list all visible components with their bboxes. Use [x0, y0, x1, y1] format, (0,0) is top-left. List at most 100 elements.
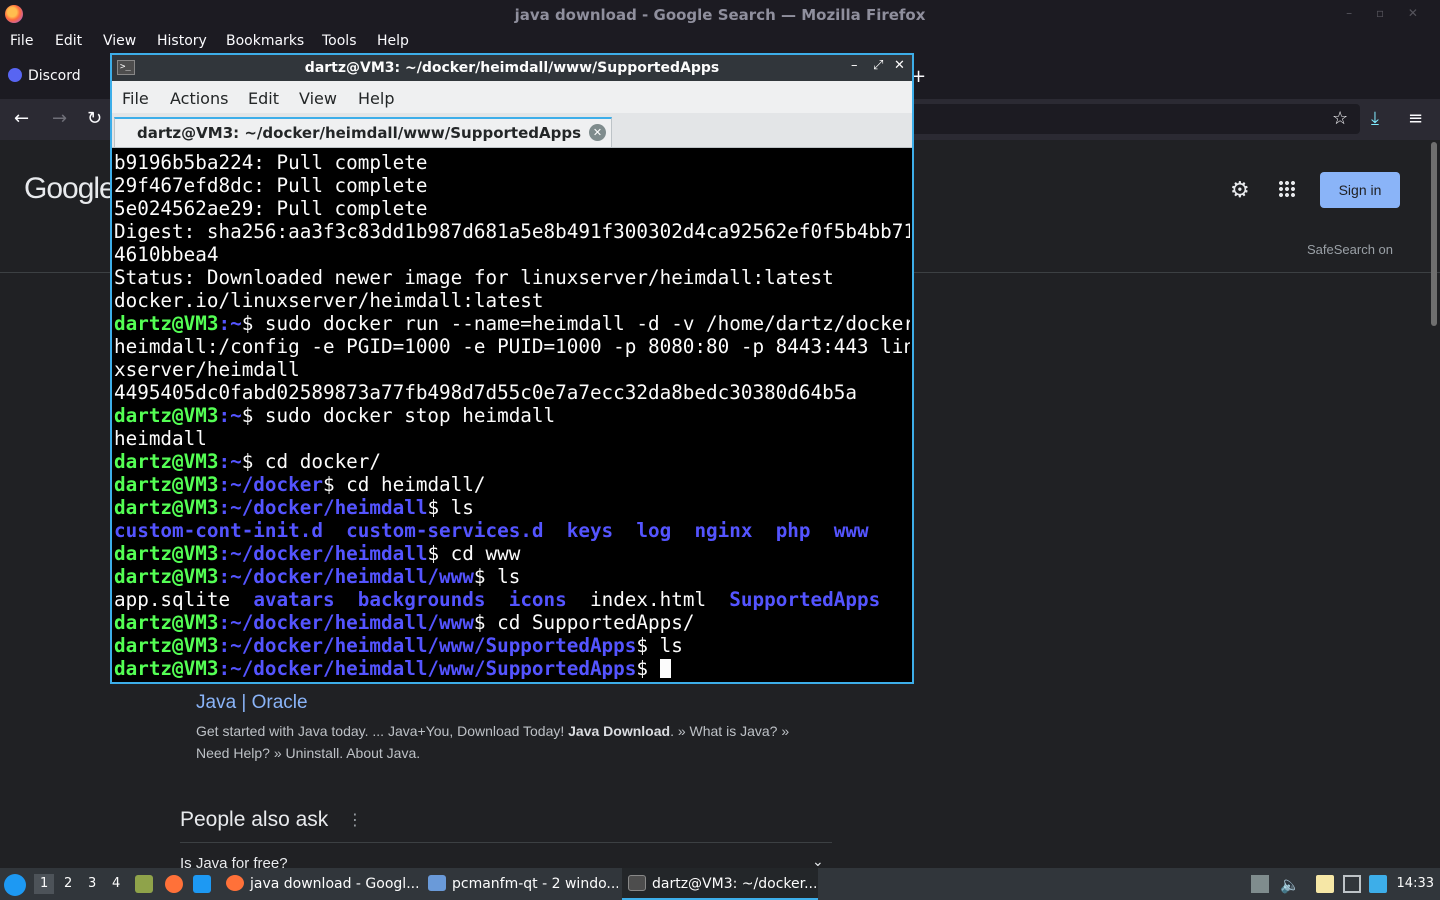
ff-menu-help[interactable]: Help	[377, 33, 409, 49]
terminal-line: dartz@VM3:~/docker/heimdall/www$ cd Supp…	[114, 611, 694, 634]
desktop-4-button[interactable]: 4	[112, 876, 120, 891]
terminal-line: Digest: sha256:aa3f3c83dd1b987d681a5e8b4…	[114, 220, 910, 243]
desktop-1-button[interactable]: 1	[34, 874, 55, 894]
minimize-icon[interactable]: –	[851, 58, 858, 73]
snippet-text-2: Need Help? » Uninstall. About Java.	[196, 745, 421, 761]
reload-icon[interactable]: ↻	[87, 108, 102, 129]
discord-icon	[8, 68, 22, 82]
prompt-command: $ cd heimdall/	[322, 473, 486, 496]
terminal-cursor	[659, 659, 671, 678]
desktop-2-button[interactable]: 2	[64, 876, 72, 891]
ls-entry-dir: custom-cont-init.d	[114, 519, 323, 542]
terminal-line: app.sqlite avatars backgrounds icons ind…	[114, 588, 880, 611]
terminal-output[interactable]: b9196b5ba224: Pull complete 29f467efd8dc…	[114, 150, 910, 682]
result-title-link[interactable]: Java | Oracle	[196, 692, 308, 714]
firefox-window-title: java download - Google Search — Mozilla …	[514, 6, 926, 24]
forward-arrow-icon[interactable]: →	[52, 108, 67, 129]
term-menu-view[interactable]: View	[299, 89, 337, 108]
apps-grid-icon[interactable]	[1278, 180, 1296, 198]
show-desktop-icon[interactable]	[193, 875, 211, 893]
prompt-path: :~/docker	[218, 473, 323, 496]
file-manager-launcher-icon[interactable]	[135, 875, 153, 893]
terminal-icon	[628, 875, 646, 891]
gear-icon[interactable]: ⚙	[1230, 178, 1250, 203]
terminal-tab-label: dartz@VM3: ~/docker/heimdall/www/Support…	[137, 124, 582, 142]
terminal-line: 29f467efd8dc: Pull complete	[114, 174, 428, 197]
task-firefox[interactable]: java download - Googl...	[220, 868, 418, 900]
ls-entry-dir: log	[636, 519, 672, 542]
terminal-tabbar: dartz@VM3: ~/docker/heimdall/www/Support…	[112, 113, 912, 148]
tray-updates-icon[interactable]	[1251, 875, 1269, 893]
sign-in-button[interactable]: Sign in	[1320, 172, 1400, 208]
prompt-path: :~	[218, 450, 242, 473]
terminal-line: dartz@VM3:~$ cd docker/	[114, 450, 381, 473]
firefox-launcher-icon[interactable]	[165, 875, 183, 893]
term-menu-actions[interactable]: Actions	[170, 89, 228, 108]
downloads-icon[interactable]: ⤓	[1371, 108, 1379, 129]
term-menu-help[interactable]: Help	[358, 89, 394, 108]
terminal-titlebar[interactable]: >_ dartz@VM3: ~/docker/heimdall/www/Supp…	[112, 55, 912, 81]
prompt-path: :~/docker/heimdall/www	[218, 565, 474, 588]
terminal-line: 4610bbea4	[114, 243, 219, 266]
firefox-window-controls[interactable]: – ▫ ✕	[1346, 6, 1428, 20]
firefox-titlebar: java download - Google Search — Mozilla …	[0, 0, 1440, 30]
terminal-line: docker.io/linuxserver/heimdall:latest	[114, 289, 544, 312]
ls-entry-file: app.sqlite	[114, 588, 231, 611]
tab-discord[interactable]: Discord	[8, 68, 81, 84]
maximize-icon[interactable]: ⤢	[873, 58, 883, 73]
more-options-icon[interactable]: ⋮	[347, 810, 363, 829]
ff-menu-history[interactable]: History	[157, 33, 207, 49]
desktop-3-button[interactable]: 3	[88, 876, 96, 891]
paa-divider	[180, 842, 832, 843]
task-terminal-label: dartz@VM3: ~/docker...	[652, 876, 818, 892]
start-menu-icon[interactable]	[4, 874, 26, 896]
terminal-line: dartz@VM3:~$ sudo docker run --name=heim…	[114, 312, 910, 335]
ff-menu-tools[interactable]: Tools	[322, 33, 357, 49]
firefox-icon	[226, 875, 244, 891]
prompt-path: :~/docker/heimdall	[218, 542, 428, 565]
ff-menu-bookmarks[interactable]: Bookmarks	[226, 33, 304, 49]
terminal-line: dartz@VM3:~/docker/heimdall/www/Supporte…	[114, 634, 683, 657]
prompt-user: dartz@VM3	[114, 496, 219, 519]
term-menu-edit[interactable]: Edit	[248, 89, 279, 108]
page-scrollbar[interactable]	[1431, 142, 1437, 326]
terminal-line: dartz@VM3:~/docker/heimdall$ cd www	[114, 542, 520, 565]
tab-close-icon[interactable]: ✕	[589, 124, 606, 141]
ls-entry-dir: SupportedApps	[729, 588, 881, 611]
task-pcmanfm[interactable]: pcmanfm-qt - 2 windo...	[422, 868, 618, 900]
terminal-line: dartz@VM3:~/docker$ cd heimdall/	[114, 473, 486, 496]
clock[interactable]: 14:33	[1397, 876, 1434, 891]
ff-menu-edit[interactable]: Edit	[55, 33, 82, 49]
volume-icon[interactable]: 🔈	[1280, 875, 1300, 894]
task-terminal[interactable]: dartz@VM3: ~/docker...	[622, 868, 818, 900]
google-logo[interactable]: Google	[24, 172, 116, 206]
prompt-user: dartz@VM3	[114, 611, 219, 634]
terminal-line: heimdall:/config -e PGID=1000 -e PUID=10…	[114, 335, 910, 358]
terminal-line: Status: Downloaded newer image for linux…	[114, 266, 834, 289]
taskbar: 1 2 3 4 java download - Googl... pcmanfm…	[0, 868, 1440, 900]
ls-entry-dir: avatars	[253, 588, 335, 611]
bookmark-star-icon[interactable]: ☆	[1332, 108, 1348, 129]
back-arrow-icon[interactable]: ←	[14, 108, 29, 129]
terminal-line: dartz@VM3:~/docker/heimdall$ ls	[114, 496, 474, 519]
hamburger-menu-icon[interactable]: ≡	[1408, 108, 1423, 129]
notification-icon[interactable]	[1369, 875, 1387, 893]
safesearch-label[interactable]: SafeSearch on	[1307, 242, 1393, 257]
prompt-user: dartz@VM3	[114, 473, 219, 496]
ls-entry-dir: backgrounds	[357, 588, 486, 611]
tab-discord-label: Discord	[28, 68, 81, 84]
ff-menu-file[interactable]: File	[10, 33, 33, 49]
terminal-tab[interactable]: dartz@VM3: ~/docker/heimdall/www/Support…	[114, 117, 612, 147]
ff-menu-view[interactable]: View	[103, 33, 136, 49]
terminal-line: custom-cont-init.d custom-services.d key…	[114, 519, 869, 542]
close-icon[interactable]: ✕	[894, 58, 905, 73]
terminal-window-title: dartz@VM3: ~/docker/heimdall/www/Support…	[304, 60, 720, 76]
network-icon[interactable]	[1343, 875, 1361, 893]
clipboard-icon[interactable]	[1316, 875, 1334, 893]
ls-entry-dir: www	[833, 519, 869, 542]
terminal-line: 4495405dc0fabd02589873a77fb498d7d55c0e7a…	[114, 381, 857, 404]
term-menu-file[interactable]: File	[122, 89, 149, 108]
ls-entry-dir: keys	[566, 519, 614, 542]
prompt-path: :~	[218, 404, 242, 427]
snippet-text-a: Get started with Java today. ... Java+Yo…	[196, 723, 569, 739]
